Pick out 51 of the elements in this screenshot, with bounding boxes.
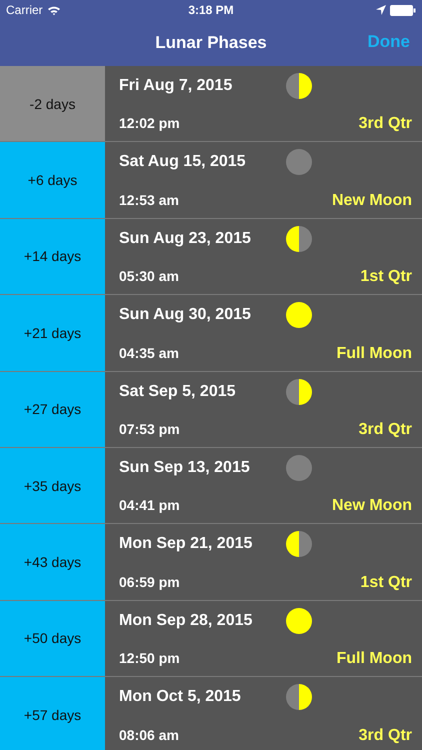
screen-title: Lunar Phases <box>155 33 267 53</box>
status-time: 3:18 PM <box>188 3 234 17</box>
phase-cell[interactable]: Fri Aug 7, 2015 12:02 pm 3rd Qtr <box>105 66 422 142</box>
phase-label: 3rd Qtr <box>358 726 412 745</box>
phase-label: Full Moon <box>336 650 412 668</box>
time-label: 07:53 pm <box>119 420 180 437</box>
time-label: 12:02 pm <box>119 115 180 132</box>
time-label: 05:30 am <box>119 268 179 284</box>
days-offset-cell: -2 days <box>0 66 105 142</box>
phase-label: 1st Qtr <box>360 574 412 592</box>
time-label: 06:59 pm <box>119 574 180 590</box>
carrier-label: Carrier <box>6 3 43 17</box>
phase-label: 3rd Qtr <box>358 420 412 439</box>
date-label: Mon Sep 21, 2015 <box>119 535 254 554</box>
days-offset-cell: +6 days <box>0 142 105 218</box>
phase-label: 3rd Qtr <box>358 115 412 134</box>
phase-cell[interactable]: Sun Aug 23, 2015 05:30 am 1st Qtr <box>105 218 422 294</box>
days-offset-cell: +27 days <box>0 372 105 447</box>
phase-cell[interactable]: Sat Sep 5, 2015 07:53 pm 3rd Qtr <box>105 372 422 447</box>
date-label: Mon Oct 5, 2015 <box>119 688 242 706</box>
date-label: Mon Sep 28, 2015 <box>119 612 254 630</box>
phase-label: Full Moon <box>336 344 412 363</box>
date-label: Sat Sep 5, 2015 <box>119 382 237 401</box>
time-label: 12:53 am <box>119 192 179 208</box>
time-label: 12:50 pm <box>119 650 180 666</box>
date-label: Sun Aug 23, 2015 <box>119 230 252 248</box>
date-label: Sun Aug 30, 2015 <box>119 306 252 324</box>
days-offset-cell: +14 days <box>0 218 105 294</box>
battery-icon <box>390 4 416 16</box>
days-offset-cell: +21 days <box>0 295 105 371</box>
days-offset-cell: +35 days <box>0 448 105 524</box>
phase-cell[interactable]: Mon Sep 28, 2015 12:50 pm Full Moon <box>105 600 422 676</box>
days-offset-cell: +50 days <box>0 600 105 676</box>
phase-label: New Moon <box>332 192 412 210</box>
location-arrow-icon <box>376 5 386 15</box>
date-label: Fri Aug 7, 2015 <box>119 77 234 95</box>
days-offset-cell: +43 days <box>0 524 105 600</box>
phase-label: New Moon <box>332 497 412 516</box>
phase-cell[interactable]: Sat Aug 15, 2015 12:53 am New Moon <box>105 142 422 218</box>
wifi-icon <box>46 4 61 16</box>
date-label: Sat Aug 15, 2015 <box>119 153 247 172</box>
phase-label: 1st Qtr <box>360 268 412 286</box>
time-label: 04:41 pm <box>119 497 180 514</box>
date-label: Sun Sep 13, 2015 <box>119 458 251 477</box>
time-label: 08:06 am <box>119 726 179 743</box>
phase-cell[interactable]: Sun Aug 30, 2015 04:35 am Full Moon <box>105 295 422 371</box>
time-label: 04:35 am <box>119 344 179 361</box>
phase-cell[interactable]: Mon Sep 21, 2015 06:59 pm 1st Qtr <box>105 524 422 600</box>
phase-cell[interactable]: Sun Sep 13, 2015 04:41 pm New Moon <box>105 448 422 524</box>
days-offset-cell: +57 days <box>0 677 105 750</box>
phase-cell[interactable]: Mon Oct 5, 2015 08:06 am 3rd Qtr <box>105 677 422 750</box>
